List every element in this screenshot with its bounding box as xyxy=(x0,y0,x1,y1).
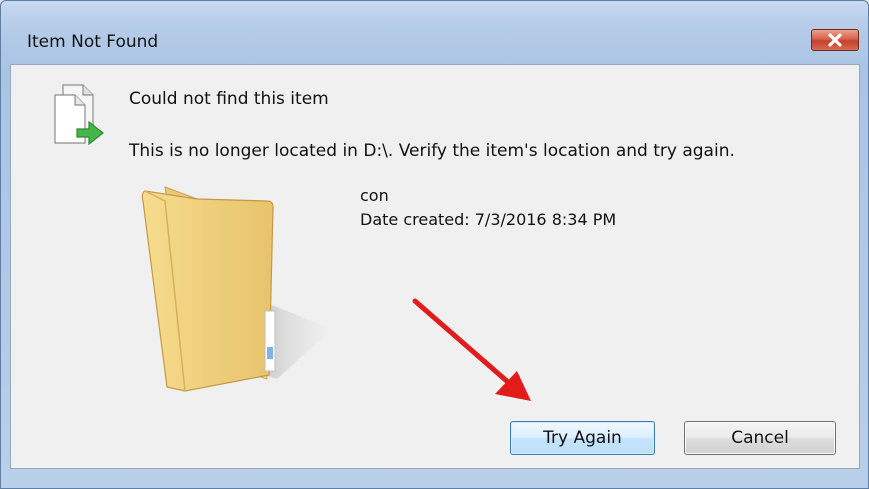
message-detail: This is no longer located in D:\. Verify… xyxy=(129,141,735,161)
item-not-found-dialog: Item Not Found Could not find this item … xyxy=(0,0,869,489)
folder-icon xyxy=(141,186,332,392)
window-title: Item Not Found xyxy=(27,32,159,52)
message-heading: Could not find this item xyxy=(129,89,329,109)
try-again-button[interactable]: Try Again xyxy=(510,421,655,455)
cancel-button[interactable]: Cancel xyxy=(684,421,836,455)
file-with-arrow-icon xyxy=(54,84,104,146)
item-name: con xyxy=(360,186,389,205)
close-button[interactable] xyxy=(811,29,859,51)
title-bar[interactable]: Item Not Found xyxy=(1,1,868,52)
close-icon xyxy=(828,33,842,47)
item-date-created: Date created: 7/3/2016 8:34 PM xyxy=(360,210,617,229)
